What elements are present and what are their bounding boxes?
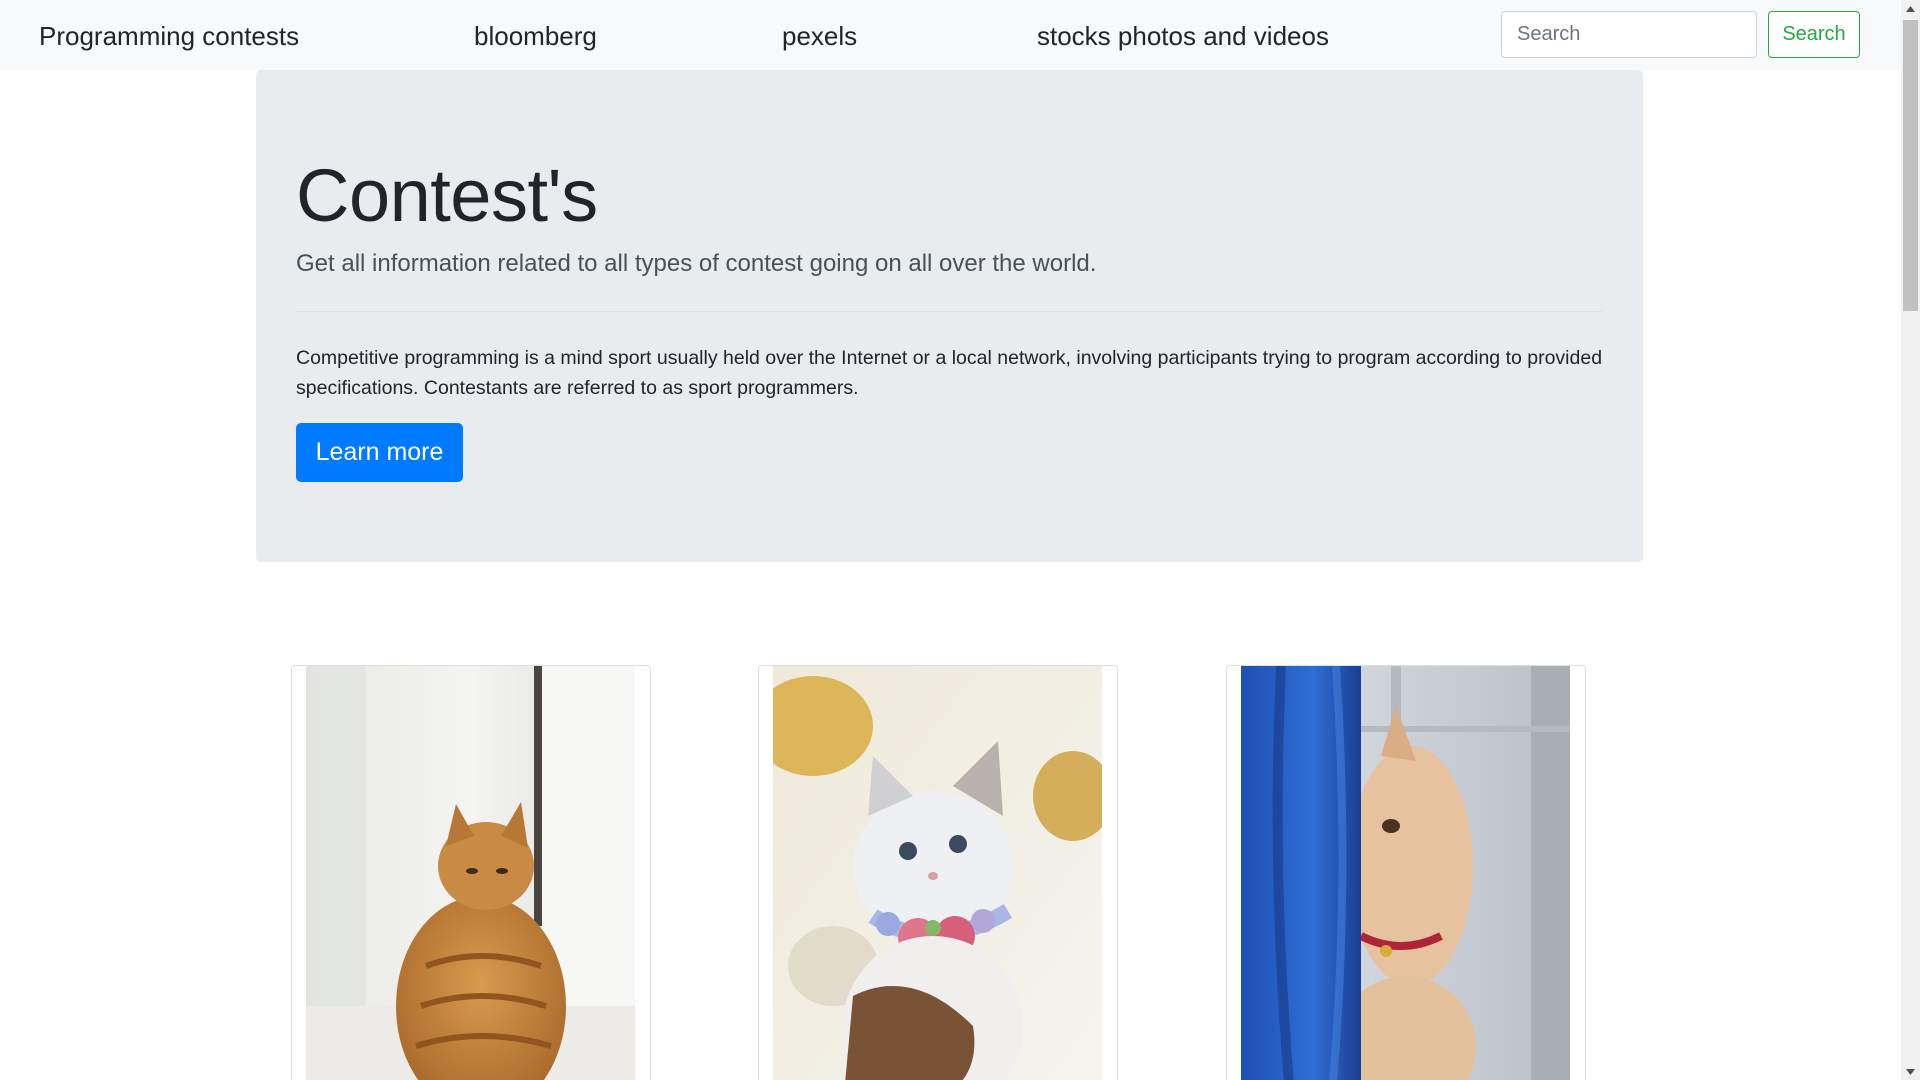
- card-image-cream-cat[interactable]: [1241, 666, 1570, 1080]
- page: Programming contests bloomberg pexels st…: [0, 0, 1901, 1080]
- card-3: [1226, 665, 1586, 1080]
- search-input[interactable]: [1501, 11, 1757, 58]
- nav-link-bloomberg[interactable]: bloomberg: [474, 18, 597, 54]
- nav-link-pexels[interactable]: pexels: [782, 18, 857, 54]
- jumbotron: Contest's Get all information related to…: [256, 70, 1643, 562]
- description-text: Competitive programming is a mind sport …: [296, 347, 1603, 399]
- scroll-down-icon[interactable]: [1901, 1063, 1920, 1080]
- page-title: Contest's: [296, 154, 598, 237]
- scroll-up-icon[interactable]: [1901, 0, 1920, 17]
- vertical-scrollbar[interactable]: [1901, 0, 1920, 1080]
- learn-more-button[interactable]: Learn more: [296, 423, 463, 482]
- nav-link-stocks-photos[interactable]: stocks photos and videos: [1037, 18, 1329, 54]
- card-2: [758, 665, 1118, 1080]
- divider: [296, 311, 1602, 312]
- nav-link-programming-contests[interactable]: Programming contests: [39, 18, 299, 54]
- card-image-orange-cat[interactable]: [306, 666, 635, 1080]
- lead-text: Get all information related to all types…: [296, 250, 1097, 277]
- scrollbar-thumb[interactable]: [1903, 20, 1918, 311]
- card-1: [291, 665, 651, 1080]
- search-button[interactable]: Search: [1768, 11, 1860, 58]
- navbar: Programming contests bloomberg pexels st…: [0, 0, 1901, 70]
- card-image-white-kitten[interactable]: [773, 666, 1102, 1080]
